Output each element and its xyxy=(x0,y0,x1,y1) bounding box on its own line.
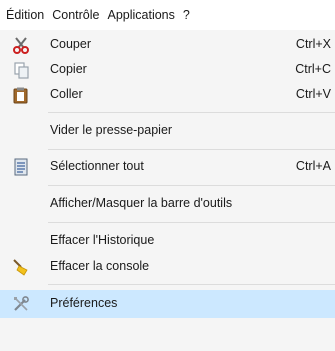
menu-item-label: Afficher/Masquer la barre d'outils xyxy=(50,196,233,210)
broom-icon xyxy=(12,258,30,276)
menu-item-effacer-console[interactable]: Effacer la console xyxy=(0,254,335,280)
menu-separator xyxy=(48,149,335,150)
shortcut-text: Ctrl+C xyxy=(295,62,331,76)
menu-item-afficher-masquer-barre-outils[interactable]: Afficher/Masquer la barre d'outils xyxy=(0,191,335,217)
menu-item-couper[interactable]: Couper Ctrl+X xyxy=(0,32,335,58)
menu-controle[interactable]: Contrôle xyxy=(49,8,102,22)
menu-separator xyxy=(48,112,335,113)
shortcut-text: Ctrl+V xyxy=(295,87,331,101)
menu-item-effacer-historique[interactable]: Effacer l'Historique xyxy=(0,228,335,254)
menu-applications[interactable]: Applications xyxy=(104,8,177,22)
menu-item-label: Copier xyxy=(50,62,87,76)
paste-icon xyxy=(12,86,30,104)
menu-help[interactable]: ? xyxy=(180,8,193,22)
tools-icon xyxy=(12,295,30,313)
shortcut-text: Ctrl+A xyxy=(295,159,331,173)
menu-item-preferences[interactable]: Préférences xyxy=(0,290,335,318)
menu-item-label: Sélectionner tout xyxy=(50,159,144,173)
edit-dropdown-menu: Couper Ctrl+X Copier Ctrl+C Coller Ctrl+… xyxy=(0,30,335,351)
menu-item-selectionner-tout[interactable]: Sélectionner tout Ctrl+A xyxy=(0,154,335,180)
menu-item-label: Préférences xyxy=(50,296,118,310)
menu-item-label: Vider le presse-papier xyxy=(50,123,173,137)
menu-separator xyxy=(48,185,335,186)
menu-separator xyxy=(48,222,335,223)
menu-item-label: Effacer la console xyxy=(50,259,150,273)
select-all-icon xyxy=(12,158,30,176)
menu-item-copier[interactable]: Copier Ctrl+C xyxy=(0,57,335,83)
menu-bar: Édition Contrôle Applications ? xyxy=(0,0,335,30)
menu-item-label: Effacer l'Historique xyxy=(50,233,155,247)
menu-item-label: Couper xyxy=(50,37,91,51)
menu-item-label: Coller xyxy=(50,87,83,101)
scissors-icon xyxy=(12,36,30,54)
menu-separator xyxy=(48,284,335,285)
menu-item-vider-presse-papier[interactable]: Vider le presse-papier xyxy=(0,118,335,144)
shortcut-text: Ctrl+X xyxy=(295,37,331,51)
copy-icon xyxy=(12,61,30,79)
menu-edition[interactable]: Édition xyxy=(3,8,47,22)
menu-item-coller[interactable]: Coller Ctrl+V xyxy=(0,82,335,108)
